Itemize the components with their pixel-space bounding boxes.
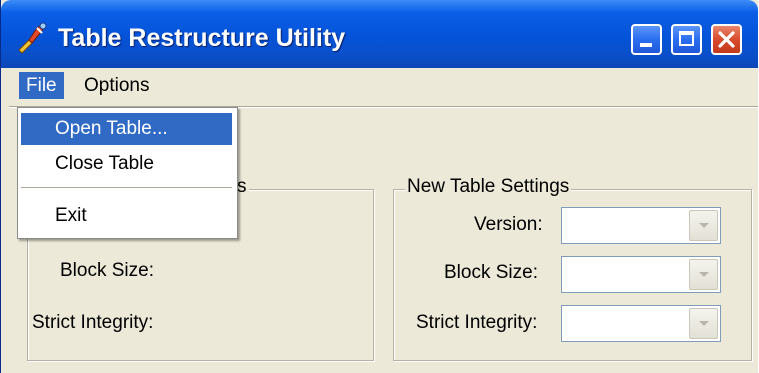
title-bar[interactable]: Table Restructure Utility [1, 0, 758, 68]
menu-options[interactable]: Options [77, 72, 156, 99]
strict-integrity-dropdown-button[interactable] [689, 308, 718, 339]
minimize-icon [640, 43, 652, 47]
strict-integrity-dropdown[interactable] [561, 305, 721, 342]
wrench-tool-icon [15, 20, 49, 54]
menu-file[interactable]: File [19, 72, 64, 99]
new-strict-integrity-label: Strict Integrity: [416, 312, 538, 333]
main-window: Table Restructure Utility File Options s… [0, 0, 758, 373]
menu-bar: File Options [1, 68, 758, 104]
version-dropdown-button[interactable] [689, 210, 718, 241]
new-block-size-label: Block Size: [444, 262, 538, 283]
block-size-dropdown-button[interactable] [689, 259, 718, 290]
new-version-label: Version: [474, 214, 543, 235]
chevron-down-icon [699, 272, 709, 277]
current-strict-integrity-label: Strict Integrity: [32, 312, 154, 333]
menu-divider [21, 187, 232, 188]
window-title: Table Restructure Utility [58, 24, 346, 52]
chevron-down-icon [699, 321, 709, 326]
file-menu-dropdown: Open Table... Close Table Exit [17, 107, 238, 239]
menu-item-close-table[interactable]: Close Table [21, 148, 232, 180]
close-icon [718, 31, 735, 48]
close-button[interactable] [711, 24, 742, 55]
chevron-down-icon [699, 223, 709, 228]
block-size-dropdown[interactable] [561, 256, 721, 293]
current-block-size-label: Block Size: [60, 260, 154, 281]
new-settings-legend: New Table Settings [405, 176, 572, 198]
minimize-button[interactable] [631, 24, 662, 55]
maximize-button[interactable] [671, 24, 702, 55]
menu-item-exit[interactable]: Exit [21, 200, 232, 232]
menu-item-open-table[interactable]: Open Table... [21, 113, 232, 145]
maximize-icon [679, 31, 694, 46]
version-dropdown[interactable] [561, 207, 721, 244]
